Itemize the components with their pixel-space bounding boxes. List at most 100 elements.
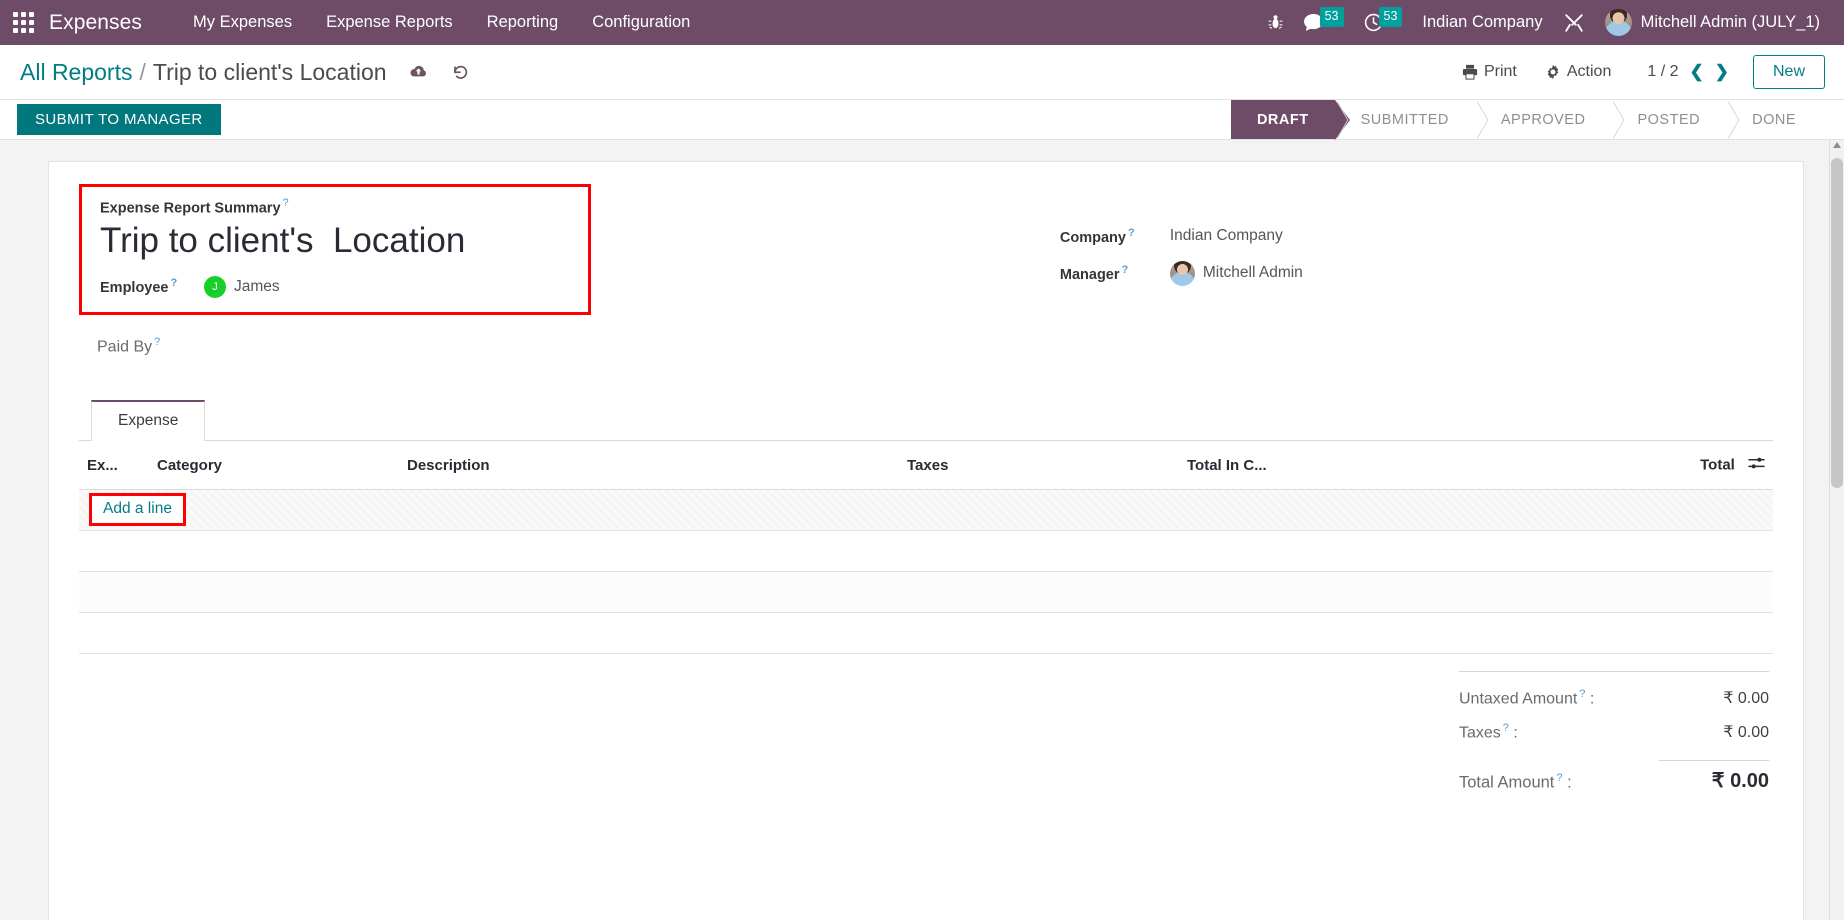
manager-avatar xyxy=(1169,260,1195,286)
avatar xyxy=(1604,9,1632,36)
navbar-right-tools: 53 53 Indian Company Mitchell Admin (JUL… xyxy=(1258,0,1844,45)
scroll-up-arrow-icon[interactable] xyxy=(1833,142,1841,148)
untaxed-amount-row: Untaxed Amount? : ₹ 0.00 xyxy=(1459,681,1769,715)
empty-cell xyxy=(79,612,1773,654)
help-icon[interactable]: ? xyxy=(283,197,289,209)
notebook-tabs: Expense xyxy=(91,399,1773,441)
add-a-line-button[interactable]: Add a line xyxy=(103,500,172,517)
help-icon[interactable]: ? xyxy=(1503,722,1509,734)
untaxed-amount-value: ₹ 0.00 xyxy=(1723,690,1769,708)
highlighted-summary-group: Expense Report Summary? Trip to client's… xyxy=(79,184,591,315)
tab-expense[interactable]: Expense xyxy=(91,399,206,441)
expense-report-title-input[interactable]: Trip to client's Location xyxy=(100,219,574,262)
column-header-total-in-currency[interactable]: Total In C... xyxy=(1179,440,1369,490)
status-stage-draft[interactable]: DRAFT xyxy=(1230,100,1350,140)
help-icon[interactable]: ? xyxy=(1556,772,1562,784)
pager-previous-icon[interactable]: ❮ xyxy=(1689,62,1703,82)
save-record-button[interactable] xyxy=(409,64,428,80)
employee-value[interactable]: J James xyxy=(204,275,280,298)
manager-value[interactable]: Mitchell Admin xyxy=(1169,260,1303,286)
help-icon[interactable]: ? xyxy=(171,277,178,289)
taxes-row: Taxes? : ₹ 0.00 xyxy=(1459,715,1769,749)
menu-item-my-expenses[interactable]: My Expenses xyxy=(176,0,309,45)
help-icon[interactable]: ? xyxy=(1128,227,1135,239)
main-menu: My Expenses Expense Reports Reporting Co… xyxy=(176,0,707,45)
control-panel: All Reports / Trip to client's Location xyxy=(0,45,1844,100)
user-menu[interactable]: Mitchell Admin (JULY_1) xyxy=(1595,0,1830,45)
column-header-description[interactable]: Description xyxy=(399,440,899,490)
company-switcher-label: Indian Company xyxy=(1422,13,1543,31)
breadcrumb-current-record: Trip to client's Location xyxy=(152,58,387,85)
wrench-screwdriver-icon xyxy=(1564,13,1583,32)
pager: 1 / 2 ❮ ❯ xyxy=(1647,62,1729,82)
employee-label: Employee? xyxy=(100,277,178,297)
printer-icon xyxy=(1462,64,1478,80)
expense-report-summary-label-row: Expense Report Summary? xyxy=(100,197,574,217)
status-stage-posted[interactable]: POSTED xyxy=(1611,100,1726,139)
status-stage-done[interactable]: DONE xyxy=(1726,100,1822,139)
column-header-taxes[interactable]: Taxes xyxy=(899,440,1179,490)
paid-by-field-row: Paid By? xyxy=(97,333,960,359)
manager-name: Mitchell Admin xyxy=(1202,264,1303,281)
record-save-discard-actions xyxy=(409,63,470,82)
pager-value: 1 / 2 xyxy=(1647,63,1679,80)
employee-name: James xyxy=(234,277,280,295)
table-row xyxy=(79,530,1773,572)
totals-section: Untaxed Amount? : ₹ 0.00 Taxes? : ₹ 0.00… xyxy=(79,654,1773,801)
form-view-area: Expense Report Summary? Trip to client's… xyxy=(0,140,1844,920)
form-right-column: Company? Indian Company Manager? Mitchel… xyxy=(960,184,1773,359)
expense-lines-header: Ex... Category Description Taxes Total I… xyxy=(79,440,1773,490)
pager-next-icon[interactable]: ❯ xyxy=(1715,62,1729,82)
total-amount-value: ₹ 0.00 xyxy=(1659,760,1769,793)
app-brand-expenses[interactable]: Expenses xyxy=(49,11,142,35)
status-stage-approved[interactable]: APPROVED xyxy=(1475,100,1612,139)
cloud-upload-icon xyxy=(410,65,426,77)
activities-count-badge: 53 xyxy=(1378,7,1403,27)
control-panel-right: Print Action 1 / 2 ❮ ❯ New xyxy=(1448,55,1825,89)
status-pipeline: DRAFT SUBMITTED APPROVED POSTED DONE xyxy=(1230,100,1844,140)
menu-item-reporting[interactable]: Reporting xyxy=(470,0,576,45)
manager-field-row: Manager? Mitchell Admin xyxy=(1060,260,1773,286)
breadcrumb-all-reports[interactable]: All Reports xyxy=(20,59,132,86)
status-stage-submitted[interactable]: SUBMITTED xyxy=(1335,100,1475,139)
total-amount-label: Total Amount? : xyxy=(1459,771,1572,792)
column-header-total[interactable]: Total xyxy=(1369,440,1773,490)
help-icon[interactable]: ? xyxy=(1579,688,1585,700)
total-amount-row: Total Amount? : ₹ 0.00 xyxy=(1459,749,1769,800)
print-button-label: Print xyxy=(1483,63,1517,80)
column-header-category[interactable]: Category xyxy=(149,440,399,490)
messages-counter[interactable]: 53 xyxy=(1293,0,1354,45)
action-menu-button[interactable]: Action xyxy=(1531,63,1625,81)
empty-cell xyxy=(79,571,1773,613)
expense-report-summary-label: Expense Report Summary xyxy=(100,200,281,217)
company-switcher[interactable]: Indian Company xyxy=(1412,0,1552,45)
undo-icon xyxy=(453,65,467,79)
scrollbar-thumb[interactable] xyxy=(1831,158,1843,488)
company-value[interactable]: Indian Company xyxy=(1170,227,1283,245)
employee-field-row: Employee? J James xyxy=(100,274,574,300)
user-menu-label: Mitchell Admin (JULY_1) xyxy=(1640,13,1820,31)
submit-to-manager-button[interactable]: SUBMIT TO MANAGER xyxy=(17,104,221,135)
employee-avatar: J xyxy=(204,275,226,298)
help-icon[interactable]: ? xyxy=(1122,264,1129,276)
developer-tools-menu[interactable] xyxy=(1553,0,1595,45)
menu-item-expense-reports[interactable]: Expense Reports xyxy=(309,0,470,45)
menu-item-configuration[interactable]: Configuration xyxy=(575,0,707,45)
top-navbar: Expenses My Expenses Expense Reports Rep… xyxy=(0,0,1844,45)
form-left-column: Expense Report Summary? Trip to client's… xyxy=(79,184,960,359)
print-button[interactable]: Print xyxy=(1448,63,1531,81)
add-a-line-row: Add a line xyxy=(79,489,1773,531)
discard-record-button[interactable] xyxy=(451,63,470,82)
new-record-button[interactable]: New xyxy=(1752,55,1825,89)
activities-counter[interactable]: 53 xyxy=(1354,0,1413,45)
column-header-expense-date[interactable]: Ex... xyxy=(79,440,149,490)
debug-bug-icon[interactable] xyxy=(1258,0,1293,45)
vertical-scrollbar[interactable] xyxy=(1829,140,1844,920)
sliders-icon[interactable] xyxy=(1748,456,1765,475)
apps-grid-icon[interactable] xyxy=(13,11,35,34)
messages-count-badge: 53 xyxy=(1319,7,1344,27)
table-row xyxy=(79,612,1773,654)
status-bar-row: SUBMIT TO MANAGER DRAFT SUBMITTED APPROV… xyxy=(0,100,1844,140)
breadcrumb: All Reports / Trip to client's Location xyxy=(20,59,387,86)
help-icon[interactable]: ? xyxy=(154,336,160,348)
